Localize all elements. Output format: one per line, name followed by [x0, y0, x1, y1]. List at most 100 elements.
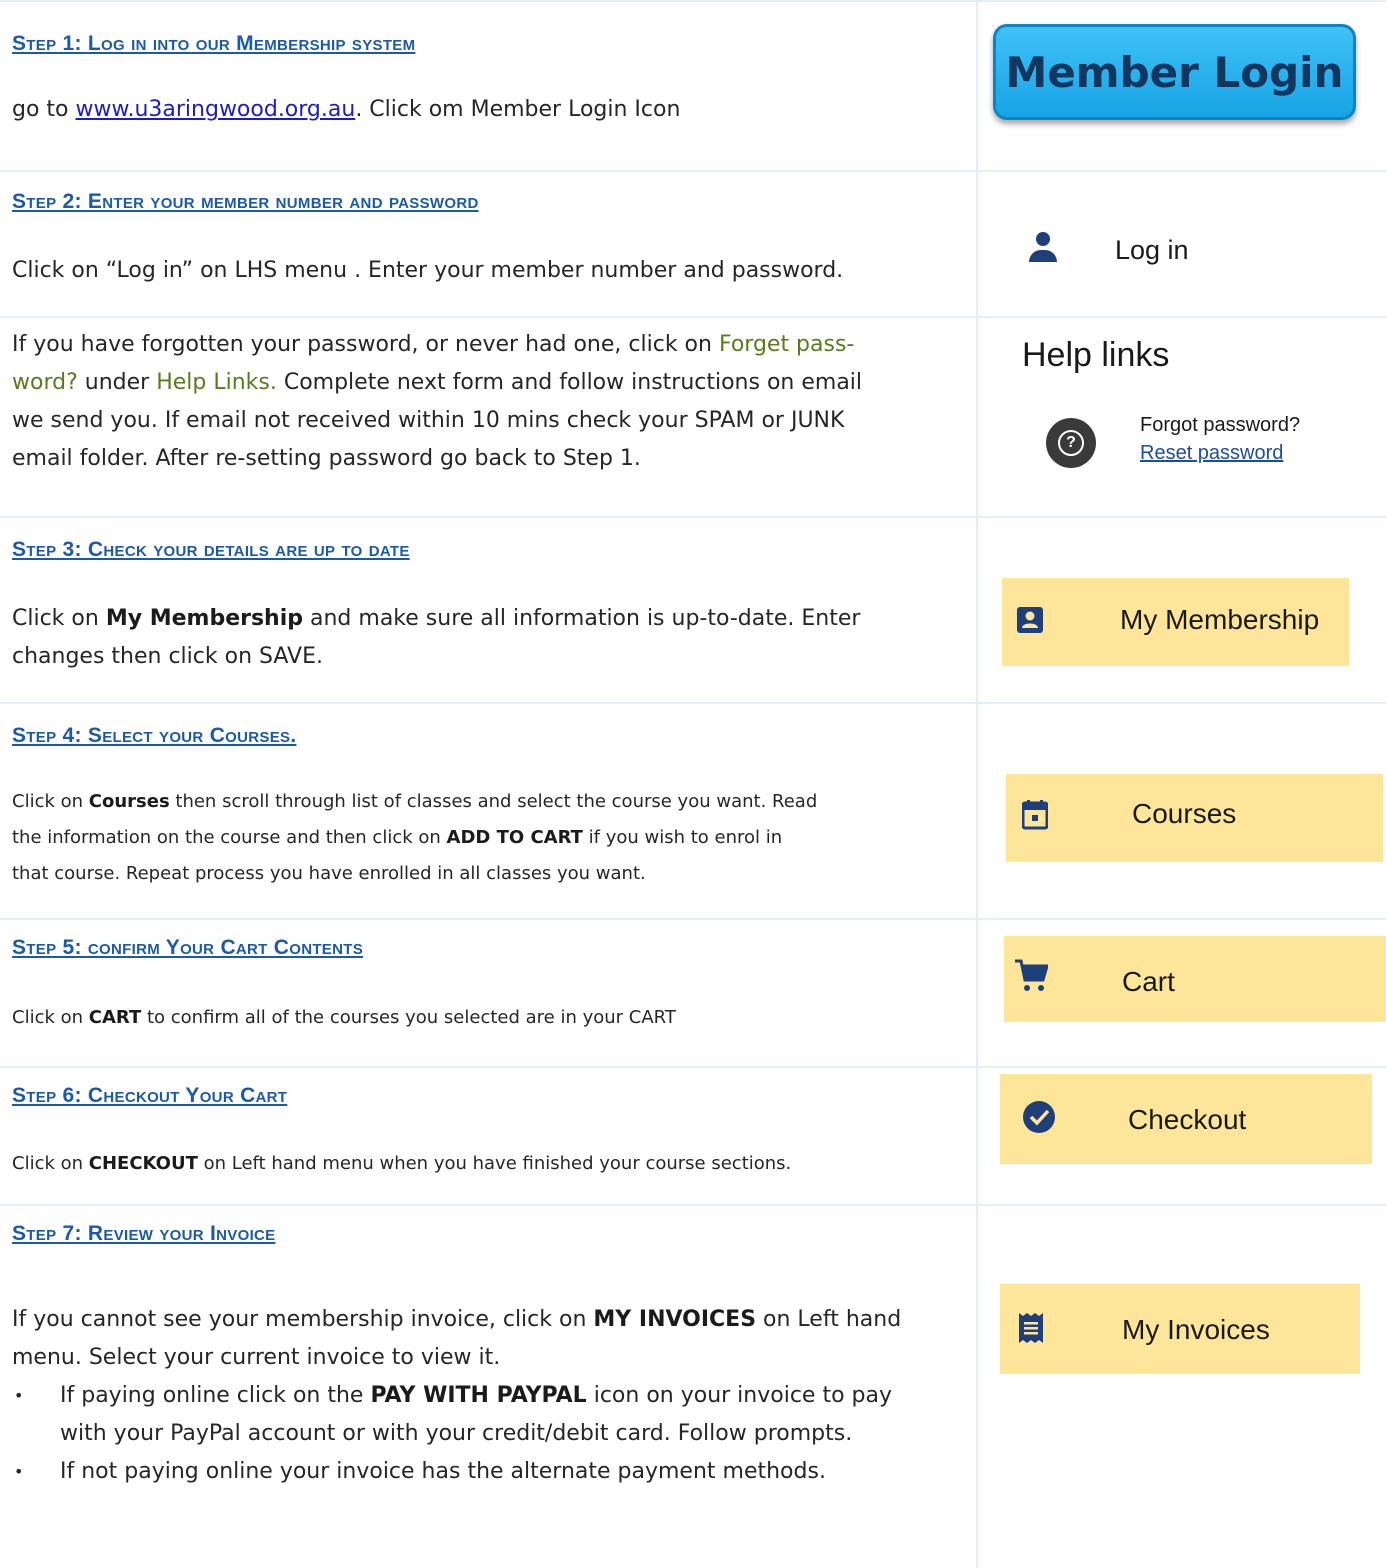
reset-password-link[interactable]: Reset password: [1140, 442, 1283, 465]
step-7-text-b: on Left hand: [756, 1307, 902, 1332]
step-3-text-b: and make sure all information is up-to-d…: [303, 606, 861, 631]
step-4-image-cell: Courses: [978, 704, 1386, 918]
bullet-1-text-b: icon on your invoice to pay: [586, 1383, 892, 1408]
my-invoices-label: My Invoices: [1122, 1314, 1270, 1345]
step-3-row: Step 3: Check your details are up to dat…: [0, 518, 1386, 704]
step-3-line-2: changes then click on SAVE.: [12, 644, 323, 669]
step-4-bold-1: Courses: [88, 791, 170, 812]
password-help-line-2: word? under Help Links. Complete next fo…: [12, 364, 862, 402]
step-1-text-suffix: . Click om Member Login Icon: [355, 97, 681, 122]
step-1-heading: Step 1: Log in into our Membership syste…: [12, 32, 416, 55]
step-1-text-cell: Step 1: Log in into our Membership syste…: [0, 2, 978, 170]
step-6-text: Click on CHECKOUT on Left hand menu when…: [12, 1146, 791, 1182]
step-5-bold: CART: [88, 1007, 142, 1028]
password-help-row: If you have forgotten your password, or …: [0, 318, 1386, 518]
cart-icon: [1015, 959, 1048, 991]
step-7-text-a: If you cannot see your membership invoic…: [12, 1307, 594, 1332]
receipt-icon: [1019, 1313, 1043, 1343]
member-login-label: Member Login: [1005, 47, 1344, 97]
password-help-text: If you have forgotten your password, or …: [12, 326, 862, 478]
step-7-bold: MY INVOICES: [593, 1307, 757, 1332]
step-7-row: Step 7: Review your Invoice If you canno…: [0, 1206, 1386, 1568]
my-invoices-menu-item[interactable]: My Invoices: [1000, 1284, 1360, 1374]
checkout-label: Checkout: [1128, 1104, 1247, 1135]
step-4-text: Click on Courses then scroll through lis…: [12, 784, 817, 892]
step-1-image-cell: Member Login: [978, 2, 1386, 170]
step-5-heading: Step 5: confirm Your Cart Contents: [12, 936, 363, 959]
checkout-menu-item[interactable]: Checkout: [1000, 1074, 1372, 1164]
help-question-icon: ?: [1046, 418, 1096, 468]
bullet-paypal: If paying online click on the PAY WITH P…: [14, 1377, 892, 1453]
person-icon: [1023, 228, 1063, 272]
step-4-text-cell: Step 4: Select your Courses. Click on Co…: [0, 704, 978, 918]
password-help-line-1: If you have forgotten your password, or …: [12, 326, 862, 364]
step-1-row: Step 1: Log in into our Membership syste…: [0, 0, 1386, 172]
step-4-heading: Step 4: Select your Courses.: [12, 724, 297, 747]
password-help-text-cell: If you have forgotten your password, or …: [0, 318, 978, 516]
step-7-heading: Step 7: Review your Invoice: [12, 1222, 276, 1245]
step-6-row: Step 6: Checkout Your Cart Click on CHEC…: [0, 1068, 1386, 1206]
step-5-text-a: Click on: [12, 1007, 89, 1028]
step-1-text: go to www.u3aringwood.org.au. Click om M…: [12, 91, 680, 129]
website-link[interactable]: www.u3aringwood.org.au: [76, 97, 356, 122]
step-2-heading: Step 2: Enter your member number and pas…: [12, 190, 479, 213]
password-help-line-4: email folder. After re-setting password …: [12, 446, 641, 471]
step-6-text-b: on Left hand menu when you have finished…: [197, 1153, 792, 1174]
step-1-text-prefix: go to: [12, 97, 76, 122]
step-6-text-a: Click on: [12, 1153, 89, 1174]
member-login-button[interactable]: Member Login: [993, 24, 1356, 120]
step-6-heading: Step 6: Checkout Your Cart: [12, 1084, 288, 1107]
step-7-text: If you cannot see your membership invoic…: [12, 1301, 901, 1377]
step-5-text: Click on CART to confirm all of the cour…: [12, 1000, 676, 1036]
login-label: Log in: [1115, 234, 1189, 265]
step-3-text: Click on My Membership and make sure all…: [12, 600, 860, 676]
step-3-bold: My Membership: [105, 606, 304, 631]
bullet-offline: If not paying online your invoice has th…: [14, 1453, 892, 1491]
step-7-text-cell: Step 7: Review your Invoice If you canno…: [0, 1206, 978, 1568]
step-5-row: Step 5: confirm Your Cart Contents Click…: [0, 920, 1386, 1068]
step-4-line-3: that course. Repeat process you have enr…: [12, 863, 646, 884]
step-3-text-cell: Step 3: Check your details are up to dat…: [0, 518, 978, 702]
step-4-row: Step 4: Select your Courses. Click on Co…: [0, 704, 1386, 920]
step-6-text-cell: Step 6: Checkout Your Cart Click on CHEC…: [0, 1068, 978, 1204]
login-menu-item[interactable]: Log in: [1023, 228, 1189, 272]
membership-card-icon: [1017, 607, 1043, 633]
step-4-text-a: Click on: [12, 791, 89, 812]
step-3-heading: Step 3: Check your details are up to dat…: [12, 538, 410, 561]
step-5-text-b: to confirm all of the courses you select…: [141, 1007, 676, 1028]
payment-bullet-list: If paying online click on the PAY WITH P…: [12, 1377, 892, 1491]
courses-menu-item[interactable]: Courses: [1006, 774, 1383, 862]
step-7-line-2: menu. Select your current invoice to vie…: [12, 1345, 501, 1370]
cart-label: Cart: [1122, 966, 1175, 997]
calendar-icon: [1022, 800, 1048, 830]
step-7-image-cell: My Invoices: [978, 1206, 1386, 1568]
courses-label: Courses: [1132, 798, 1237, 829]
instructions-page: Step 1: Log in into our Membership syste…: [0, 0, 1386, 1568]
step-5-text-cell: Step 5: confirm Your Cart Contents Click…: [0, 920, 978, 1066]
step-4-text-b: then scroll through list of classes and …: [169, 791, 818, 812]
my-membership-menu-item[interactable]: My Membership: [1002, 578, 1349, 666]
bullet-1-text-a: If paying online click on the: [60, 1383, 371, 1408]
forgot-password-text: Forgot password?: [1140, 414, 1301, 436]
step-5-image-cell: Cart: [978, 920, 1386, 1066]
step-2-text-cell: Step 2: Enter your member number and pas…: [0, 172, 978, 316]
my-membership-label: My Membership: [1120, 604, 1320, 635]
bullet-1-bold: PAY WITH PAYPAL: [370, 1383, 587, 1408]
check-circle-icon: [1023, 1101, 1055, 1133]
password-help-line-3: we send you. If email not received withi…: [12, 408, 845, 433]
step-3-image-cell: My Membership: [978, 518, 1386, 702]
bullet-1-line-2: with your PayPal account or with your cr…: [60, 1421, 853, 1446]
step-2-row: Step 2: Enter your member number and pas…: [0, 172, 1386, 318]
step-4-bold-2: ADD TO CART: [446, 827, 583, 848]
step-3-text-a: Click on: [12, 606, 106, 631]
forget-password-text-b: word?: [12, 370, 78, 395]
line-1-text: If you have forgotten your password, or …: [12, 332, 719, 357]
help-links-image-cell: Help links ? Forgot password? Reset pass…: [978, 318, 1386, 516]
cart-menu-item[interactable]: Cart: [1004, 936, 1386, 1022]
line-2-rest: Complete next form and follow instructio…: [276, 370, 863, 395]
line-2-under: under: [77, 370, 157, 395]
help-links-title: Help links: [1022, 336, 1170, 374]
step-2-text: Click on “Log in” on LHS menu . Enter yo…: [12, 258, 844, 283]
step-2-image-cell: Log in: [978, 172, 1386, 316]
step-6-bold: CHECKOUT: [88, 1153, 198, 1174]
